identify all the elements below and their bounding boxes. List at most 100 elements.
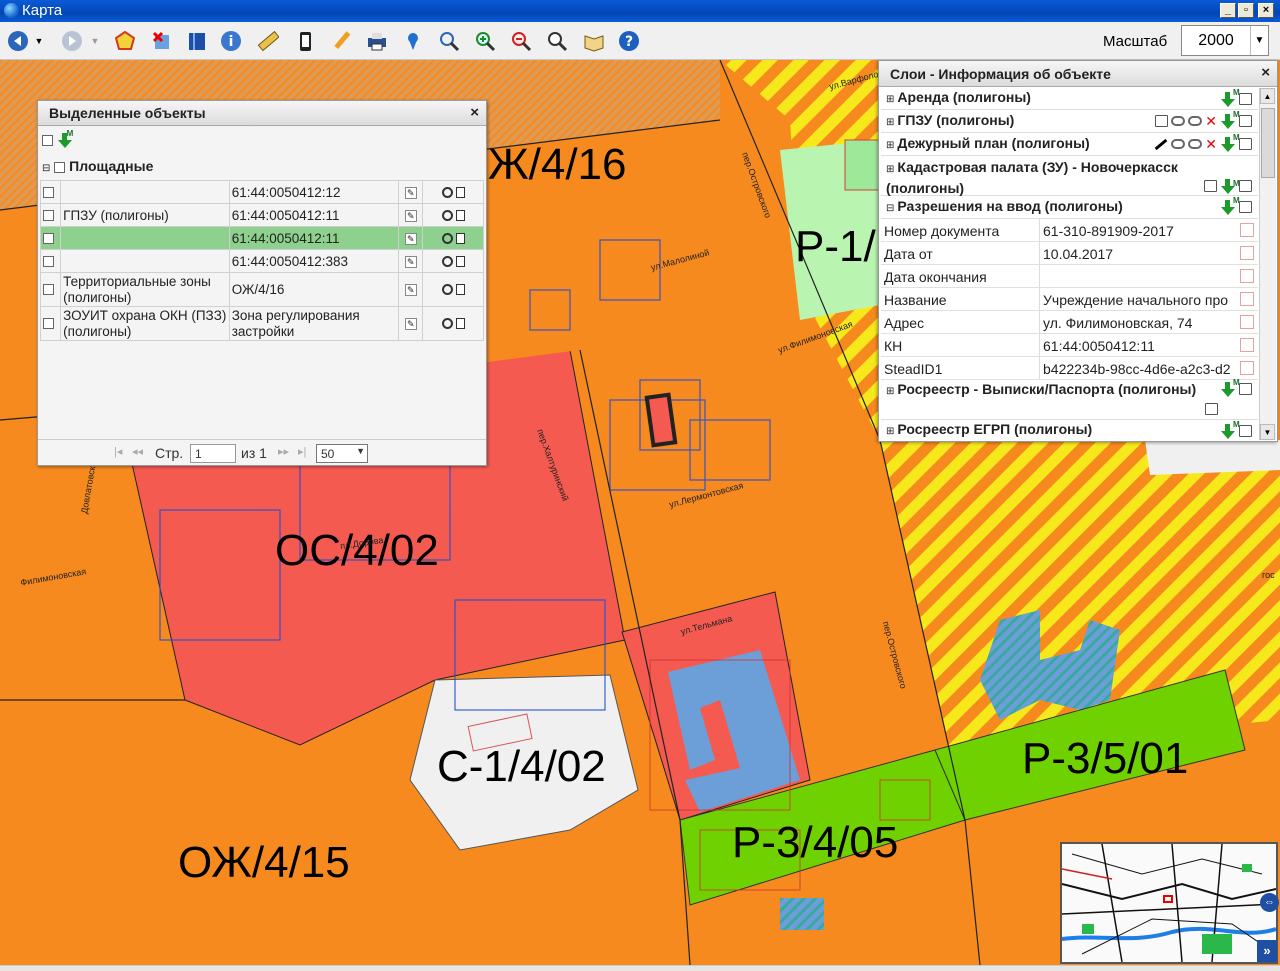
edit-icon[interactable] <box>1240 223 1254 237</box>
layer-row[interactable]: ⊞ Кадастровая палата (ЗУ) - Новочеркасск … <box>881 156 1258 196</box>
search-icon[interactable] <box>545 29 569 53</box>
edit-icon[interactable] <box>1240 338 1254 352</box>
export-icon[interactable]: M <box>1220 133 1240 153</box>
row-checkbox[interactable] <box>43 256 54 268</box>
close-button[interactable]: × <box>1258 3 1274 18</box>
overview-map[interactable] <box>1060 842 1278 964</box>
export-icon[interactable]: M <box>1220 420 1240 440</box>
edit-icon[interactable]: ✎ <box>404 255 417 268</box>
edit-icon[interactable] <box>1240 361 1254 375</box>
print-icon[interactable] <box>365 29 389 53</box>
last-page-icon[interactable]: ▸| <box>298 445 306 458</box>
export-icon[interactable]: M <box>1220 378 1240 398</box>
edit-icon[interactable] <box>1240 246 1254 260</box>
next-page-icon[interactable]: ▸▸ <box>278 445 289 458</box>
scroll-up-icon[interactable]: ▲ <box>1260 88 1275 104</box>
close-icon[interactable]: × <box>1261 64 1270 81</box>
copy-icon[interactable] <box>1204 180 1217 193</box>
chevron-down-icon[interactable]: ▼ <box>1250 26 1268 55</box>
prev-page-icon[interactable]: ◂◂ <box>132 445 143 458</box>
document-icon[interactable] <box>455 210 465 222</box>
panel-scrollbar[interactable]: ▲ ▼ <box>1259 88 1276 440</box>
export-icon[interactable]: M <box>1220 110 1240 130</box>
row-checkbox[interactable] <box>43 233 54 245</box>
info-doc-icon[interactable] <box>1239 425 1252 438</box>
help-icon[interactable]: ? <box>617 29 641 53</box>
zoom-extent-icon[interactable] <box>437 29 461 53</box>
layer-row[interactable]: ⊞ Дежурный план (полигоны) ✕ M <box>881 133 1258 156</box>
info-doc-icon[interactable] <box>1239 180 1252 193</box>
zoom-to-icon[interactable] <box>441 233 453 245</box>
back-dropdown-icon[interactable]: ▼ <box>32 29 46 53</box>
maximize-button[interactable]: ▫ <box>1238 3 1254 18</box>
clear-selection-icon[interactable] <box>150 29 174 53</box>
layer-row[interactable]: ⊞ Росреестр ЕГРП (полигоны) M <box>881 420 1258 440</box>
ruler-icon[interactable] <box>256 29 280 53</box>
group-header[interactable]: ⊟ Площадные <box>42 158 153 174</box>
close-icon[interactable]: × <box>470 104 479 121</box>
info-doc-icon[interactable] <box>1239 138 1252 151</box>
delete-icon[interactable]: ✕ <box>1205 113 1217 130</box>
zoom-to-icon[interactable] <box>441 318 453 330</box>
collapse-icon[interactable]: ⊟ <box>886 203 894 214</box>
chevron-down-icon[interactable]: ▼ <box>356 446 365 456</box>
layer-row[interactable]: ⊞ ГПЗУ (полигоны) ✕ M <box>881 110 1258 133</box>
edit-icon[interactable]: ✎ <box>404 283 417 296</box>
book-icon[interactable] <box>185 29 209 53</box>
table-row[interactable]: 61:44:0050412:383 ✎ <box>39 249 484 273</box>
edit-icon[interactable]: ✎ <box>404 186 417 199</box>
open-book-icon[interactable] <box>582 29 606 53</box>
edit-icon[interactable] <box>1240 269 1254 283</box>
document-icon[interactable] <box>455 233 465 245</box>
row-checkbox[interactable] <box>43 187 54 199</box>
first-page-icon[interactable]: |◂ <box>114 445 122 458</box>
zoom-to-icon[interactable] <box>441 284 453 296</box>
row-checkbox[interactable] <box>43 318 54 330</box>
pan-icon[interactable]: ⇔ <box>1260 893 1279 912</box>
pencil-icon[interactable] <box>329 29 353 53</box>
unlink-icon[interactable] <box>1188 139 1203 150</box>
panel-header[interactable]: Выделенные объекты × <box>38 101 486 126</box>
zoom-in-icon[interactable] <box>473 29 497 53</box>
scroll-thumb[interactable] <box>1261 108 1275 178</box>
info-doc-icon[interactable] <box>1239 383 1252 396</box>
pencil-icon[interactable] <box>1154 138 1168 150</box>
table-icon[interactable] <box>455 318 465 330</box>
select-all-checkbox[interactable] <box>42 134 53 146</box>
expand-icon[interactable]: ⊞ <box>886 117 894 128</box>
forward-dropdown-icon[interactable]: ▼ <box>88 29 102 53</box>
group-checkbox[interactable] <box>54 161 66 173</box>
unlink-icon[interactable] <box>1188 116 1203 127</box>
overview-toggle-button[interactable]: » <box>1257 940 1277 962</box>
zoom-to-icon[interactable] <box>441 256 453 268</box>
table-row[interactable]: ГПЗУ (полигоны) 61:44:0050412:11 ✎ <box>39 203 484 227</box>
edit-icon[interactable] <box>1240 315 1254 329</box>
back-arrow-icon[interactable] <box>6 29 30 53</box>
document-icon[interactable] <box>455 284 465 296</box>
minimize-button[interactable]: _ <box>1220 3 1236 18</box>
zoom-to-icon[interactable] <box>441 187 453 199</box>
expand-icon[interactable]: ⊞ <box>886 140 894 151</box>
export-icon[interactable]: M <box>1220 196 1240 216</box>
edit-icon[interactable]: ✎ <box>404 317 417 330</box>
panel-header[interactable]: Слои - Информация об объекте × <box>879 61 1277 87</box>
polygon-select-icon[interactable] <box>113 29 137 53</box>
link-icon[interactable] <box>1171 139 1186 150</box>
expand-icon[interactable]: ⊞ <box>886 386 894 397</box>
layer-row[interactable]: ⊞ Росреестр - Выписки/Паспорта (полигоны)… <box>881 378 1258 420</box>
zoom-to-icon[interactable] <box>441 210 453 222</box>
document-icon[interactable] <box>455 256 465 268</box>
row-checkbox[interactable] <box>43 284 54 296</box>
page-size-select[interactable]: 50 ▼ <box>316 444 368 463</box>
layer-row[interactable]: ⊞ Аренда (полигоны) M <box>881 88 1258 110</box>
zoom-out-icon[interactable] <box>509 29 533 53</box>
delete-icon[interactable]: ✕ <box>1205 136 1217 153</box>
export-icon[interactable]: M <box>1220 88 1240 108</box>
scroll-down-icon[interactable]: ▼ <box>1260 424 1275 440</box>
document-icon[interactable] <box>455 187 465 199</box>
edit-icon[interactable]: ✎ <box>404 209 417 222</box>
forward-arrow-icon[interactable] <box>60 29 84 53</box>
mobile-icon[interactable] <box>293 29 317 53</box>
expand-icon[interactable]: ⊞ <box>886 164 894 175</box>
edit-icon[interactable]: ✎ <box>404 232 417 245</box>
